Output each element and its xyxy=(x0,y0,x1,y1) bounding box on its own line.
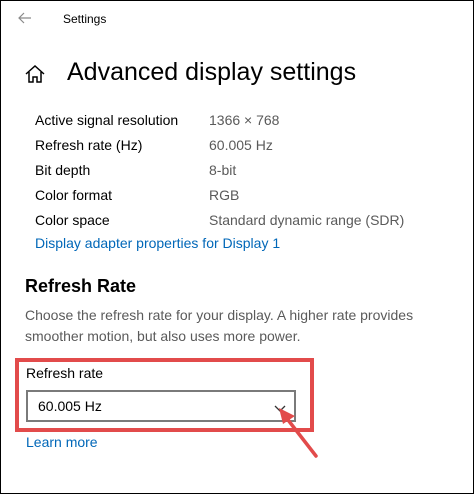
info-row-resolution: Active signal resolution 1366 × 768 xyxy=(35,107,455,132)
info-row-bit-depth: Bit depth 8-bit xyxy=(35,157,455,182)
home-icon[interactable] xyxy=(24,63,46,85)
info-row-color-format: Color format RGB xyxy=(35,182,455,207)
info-row-refresh-rate: Refresh rate (Hz) 60.005 Hz xyxy=(35,132,455,157)
refresh-rate-select-label: Refresh rate xyxy=(26,365,104,381)
learn-more-link[interactable]: Learn more xyxy=(26,434,98,450)
info-value: RGB xyxy=(209,186,240,203)
info-label: Color space xyxy=(35,211,110,228)
info-label: Refresh rate (Hz) xyxy=(35,136,143,153)
refresh-rate-description: Choose the refresh rate for your display… xyxy=(25,307,414,344)
info-value: 8-bit xyxy=(209,161,237,178)
info-value: 60.005 Hz xyxy=(209,136,273,153)
refresh-rate-dropdown[interactable]: 60.005 Hz xyxy=(26,390,296,422)
settings-window: Settings Advanced display settings Activ… xyxy=(0,0,474,494)
window-title: Settings xyxy=(63,12,107,26)
display-info-list: Active signal resolution 1366 × 768 Refr… xyxy=(35,107,455,232)
annotation-arrow-icon xyxy=(279,408,318,458)
info-row-color-space: Color space Standard dynamic range (SDR) xyxy=(35,207,455,232)
display-adapter-properties-link[interactable]: Display adapter properties for Display 1 xyxy=(35,235,280,251)
title-bar: Settings xyxy=(1,1,473,37)
refresh-rate-selected-value: 60.005 Hz xyxy=(38,398,102,414)
info-value: Standard dynamic range (SDR) xyxy=(209,211,405,228)
refresh-rate-heading: Refresh Rate xyxy=(25,276,137,296)
back-arrow-icon[interactable] xyxy=(15,8,35,28)
info-label: Active signal resolution xyxy=(35,111,179,128)
info-label: Color format xyxy=(35,186,113,203)
info-label: Bit depth xyxy=(35,161,91,178)
page-title: Advanced display settings xyxy=(67,58,357,86)
info-value: 1366 × 768 xyxy=(209,111,280,128)
